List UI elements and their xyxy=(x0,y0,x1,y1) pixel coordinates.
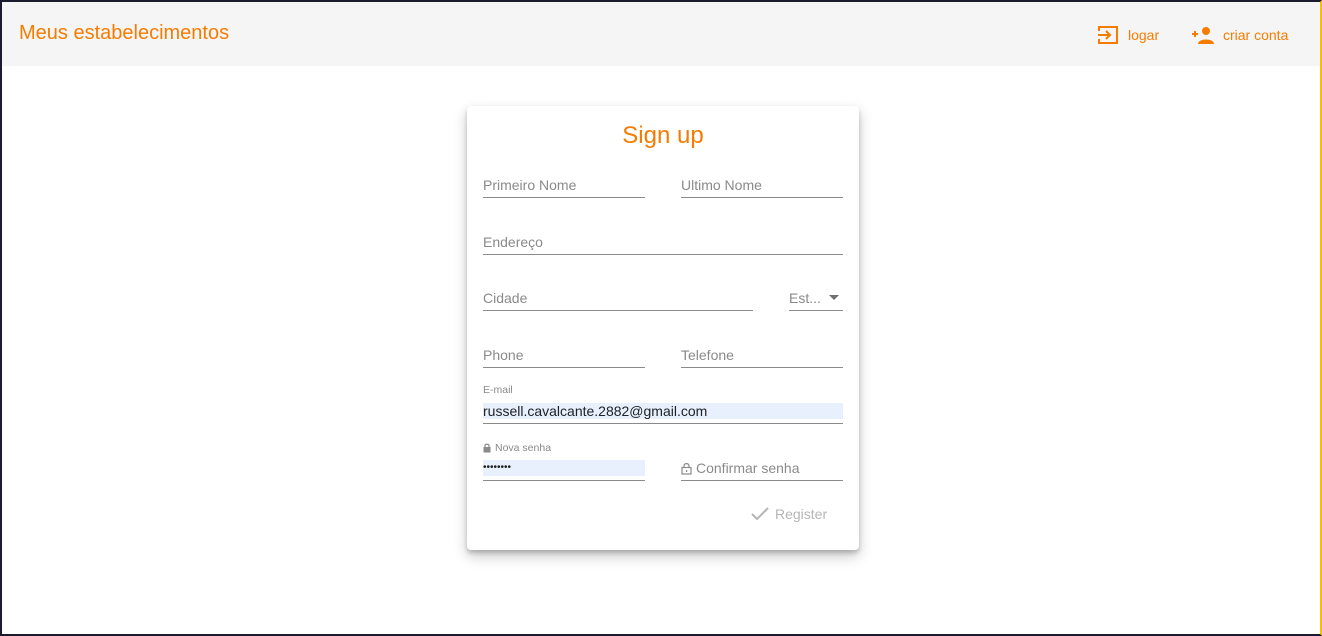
last-name-placeholder: Ultimo Nome xyxy=(681,177,762,193)
last-name-field[interactable]: Ultimo Nome xyxy=(681,172,843,198)
email-value: russell.cavalcante.2882@gmail.com xyxy=(483,403,843,419)
app-title[interactable]: Meus estabelecimentos xyxy=(19,22,229,45)
register-label: Register xyxy=(775,506,828,522)
phone-placeholder: Phone xyxy=(483,347,524,363)
new-password-label: Nova senha xyxy=(483,442,551,454)
address-placeholder: Endereço xyxy=(483,234,543,250)
email-label: E-mail xyxy=(483,384,513,396)
create-account-label: criar conta xyxy=(1223,27,1289,43)
register-button[interactable]: Register xyxy=(751,506,827,522)
first-name-placeholder: Primeiro Nome xyxy=(483,177,577,193)
state-placeholder: Est... xyxy=(789,290,821,306)
login-button[interactable]: logar xyxy=(1096,22,1159,48)
form-title: Sign up xyxy=(622,122,704,149)
city-placeholder: Cidade xyxy=(483,290,528,306)
dropdown-arrow-icon xyxy=(829,295,839,300)
telephone-field[interactable]: Telefone xyxy=(681,342,843,368)
create-account-button[interactable]: criar conta xyxy=(1191,22,1288,48)
top-app-bar: Meus estabelecimentos logar criar conta xyxy=(2,2,1320,66)
address-field[interactable]: Endereço xyxy=(483,229,843,255)
telephone-placeholder: Telefone xyxy=(681,347,734,363)
new-password-value: •••••••• xyxy=(483,460,645,476)
lock-icon xyxy=(483,443,491,453)
lock-open-icon xyxy=(681,462,692,475)
person-add-icon xyxy=(1191,25,1215,45)
login-label: logar xyxy=(1128,27,1160,43)
first-name-field[interactable]: Primeiro Nome xyxy=(483,172,645,198)
confirm-password-field[interactable]: Confirmar senha xyxy=(681,455,843,481)
new-password-field[interactable]: Nova senha •••••••• xyxy=(483,442,645,481)
check-icon xyxy=(751,507,769,521)
email-field[interactable]: E-mail russell.cavalcante.2882@gmail.com xyxy=(483,384,843,424)
confirm-password-placeholder: Confirmar senha xyxy=(681,460,800,476)
signup-card: Sign up Primeiro Nome Ultimo Nome Endere… xyxy=(467,106,859,550)
city-field[interactable]: Cidade xyxy=(483,285,753,311)
login-icon xyxy=(1096,24,1120,46)
state-select[interactable]: Est... xyxy=(789,285,843,311)
phone-field[interactable]: Phone xyxy=(483,342,645,368)
